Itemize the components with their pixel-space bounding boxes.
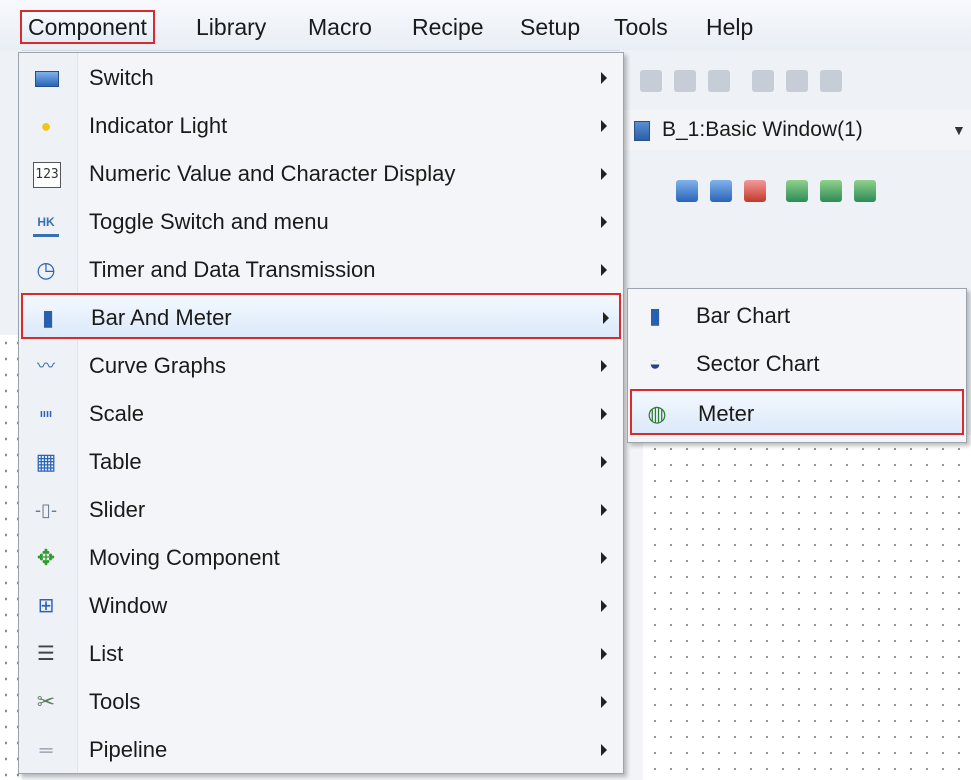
menu-item-slider[interactable]: -▯- Slider	[21, 487, 621, 533]
submenu-arrow-icon	[601, 216, 607, 228]
submenu-arrow-icon	[601, 552, 607, 564]
submenu-item-meter[interactable]: ◍ Meter	[630, 389, 964, 435]
toolbar-row-2	[620, 150, 971, 288]
submenu-arrow-icon	[601, 648, 607, 660]
menu-item-indicator-light[interactable]: ● Indicator Light	[21, 103, 621, 149]
component-menu: Switch ● Indicator Light 123 Numeric Val…	[18, 52, 624, 774]
menu-item-label: Switch	[89, 65, 154, 90]
toolbar-upload-icon[interactable]	[710, 180, 732, 202]
menu-item-label: Toggle Switch and menu	[89, 209, 329, 234]
move-arrows-icon: ✥	[36, 545, 56, 570]
menu-item-label: Timer and Data Transmission	[89, 257, 376, 282]
toolbar-layer-icon[interactable]	[820, 70, 842, 92]
sector-chart-icon: ◒	[648, 353, 662, 375]
menu-item-tools[interactable]: ✂ Tools	[21, 679, 621, 725]
submenu-item-bar-chart[interactable]: ▮ Bar Chart	[630, 293, 964, 339]
toolbar-group-icon[interactable]	[752, 70, 774, 92]
menu-item-list[interactable]: ☰ List	[21, 631, 621, 677]
menu-item-numeric-display[interactable]: 123 Numeric Value and Character Display	[21, 151, 621, 197]
window-page-icon	[634, 121, 650, 141]
clock-icon: ◷	[36, 257, 56, 282]
submenu-arrow-icon	[601, 408, 607, 420]
toolbar-distribute-icon[interactable]	[674, 70, 696, 92]
bar-chart-icon: ▮	[648, 303, 662, 328]
menu-item-scale[interactable]: ıııı Scale	[21, 391, 621, 437]
toggle-switch-icon: HK	[33, 210, 59, 237]
menu-item-label: Curve Graphs	[89, 353, 226, 378]
window-icon: ⊞	[37, 595, 55, 617]
menu-item-label: Table	[89, 449, 142, 474]
menu-item-label: Indicator Light	[89, 113, 228, 138]
menu-item-label: Tools	[89, 689, 141, 714]
submenu-item-label: Bar Chart	[696, 303, 791, 328]
menu-item-bar-and-meter[interactable]: ▮ Bar And Meter	[21, 293, 621, 339]
bar-and-meter-submenu: ▮ Bar Chart ◒ Sector Chart ◍ Meter	[627, 288, 967, 443]
menu-item-label: Scale	[89, 401, 145, 426]
menu-item-label: Numeric Value and Character Display	[89, 161, 456, 186]
tools-icon: ✂	[36, 689, 56, 714]
submenu-arrow-icon	[601, 264, 607, 276]
slider-icon: -▯-	[35, 500, 57, 520]
menu-item-table[interactable]: ▦ Table	[21, 439, 621, 485]
menu-setup[interactable]: Setup	[514, 10, 586, 44]
submenu-item-label: Sector Chart	[696, 351, 820, 376]
menu-library[interactable]: Library	[190, 10, 272, 44]
toolbar-run-icon[interactable]	[854, 180, 876, 202]
menu-item-window[interactable]: ⊞ Window	[21, 583, 621, 629]
toolbar-align-icon[interactable]	[640, 70, 662, 92]
menu-item-label: Moving Component	[89, 545, 280, 570]
menu-item-timer[interactable]: ◷ Timer and Data Transmission	[21, 247, 621, 293]
menu-item-moving-component[interactable]: ✥ Moving Component	[21, 535, 621, 581]
menu-item-pipeline[interactable]: ═ Pipeline	[21, 727, 621, 773]
window-selector[interactable]: B_1:Basic Window(1) ▼	[620, 110, 971, 150]
chevron-down-icon[interactable]: ▼	[952, 110, 966, 150]
submenu-arrow-icon	[601, 168, 607, 180]
bar-meter-icon: ▮	[41, 305, 55, 330]
menu-item-curve-graphs[interactable]: 〰 Curve Graphs	[21, 343, 621, 389]
list-icon: ☰	[37, 643, 55, 665]
menu-item-label: Slider	[89, 497, 146, 522]
menu-macro[interactable]: Macro	[302, 10, 378, 44]
toolbar-ungroup-icon[interactable]	[786, 70, 808, 92]
design-canvas[interactable]	[643, 435, 971, 780]
menubar: Component Library Macro Recipe Setup Too…	[0, 0, 971, 51]
menu-item-switch[interactable]: Switch	[21, 55, 621, 101]
menu-help[interactable]: Help	[700, 10, 759, 44]
submenu-arrow-icon	[601, 600, 607, 612]
submenu-arrow-icon	[601, 696, 607, 708]
submenu-arrow-icon	[601, 120, 607, 132]
submenu-arrow-icon	[601, 456, 607, 468]
submenu-item-sector-chart[interactable]: ◒ Sector Chart	[630, 341, 964, 387]
table-icon: ▦	[35, 449, 57, 474]
toolbar-simulate-icon[interactable]	[820, 180, 842, 202]
curve-graph-icon: 〰	[37, 356, 55, 376]
scale-icon: ıııı	[39, 408, 53, 420]
lightbulb-icon: ●	[40, 116, 52, 136]
submenu-arrow-icon	[603, 312, 609, 324]
switch-icon	[35, 71, 59, 87]
menu-recipe[interactable]: Recipe	[406, 10, 490, 44]
toolbar-row-1	[620, 50, 971, 110]
toolbar-stop-transfer-icon[interactable]	[744, 180, 766, 202]
submenu-item-label: Meter	[698, 401, 755, 426]
numeric-display-icon: 123	[33, 162, 61, 188]
menu-item-label: Bar And Meter	[91, 305, 232, 330]
menu-item-toggle-switch[interactable]: HK Toggle Switch and menu	[21, 199, 621, 245]
window-selector-label: B_1:Basic Window(1)	[662, 118, 863, 141]
menu-item-label: List	[89, 641, 124, 666]
submenu-arrow-icon	[601, 72, 607, 84]
toolbar-download-icon[interactable]	[676, 180, 698, 202]
menu-component[interactable]: Component	[20, 10, 155, 44]
submenu-arrow-icon	[601, 504, 607, 516]
menu-tools[interactable]: Tools	[608, 10, 674, 44]
toolbar-bottom-align-icon[interactable]	[708, 70, 730, 92]
pipeline-icon: ═	[39, 740, 53, 760]
menu-item-label: Pipeline	[89, 737, 168, 762]
submenu-arrow-icon	[601, 744, 607, 756]
toolbar-compile-icon[interactable]	[786, 180, 808, 202]
submenu-arrow-icon	[601, 360, 607, 372]
meter-icon: ◍	[647, 401, 667, 426]
menu-item-label: Window	[89, 593, 168, 618]
